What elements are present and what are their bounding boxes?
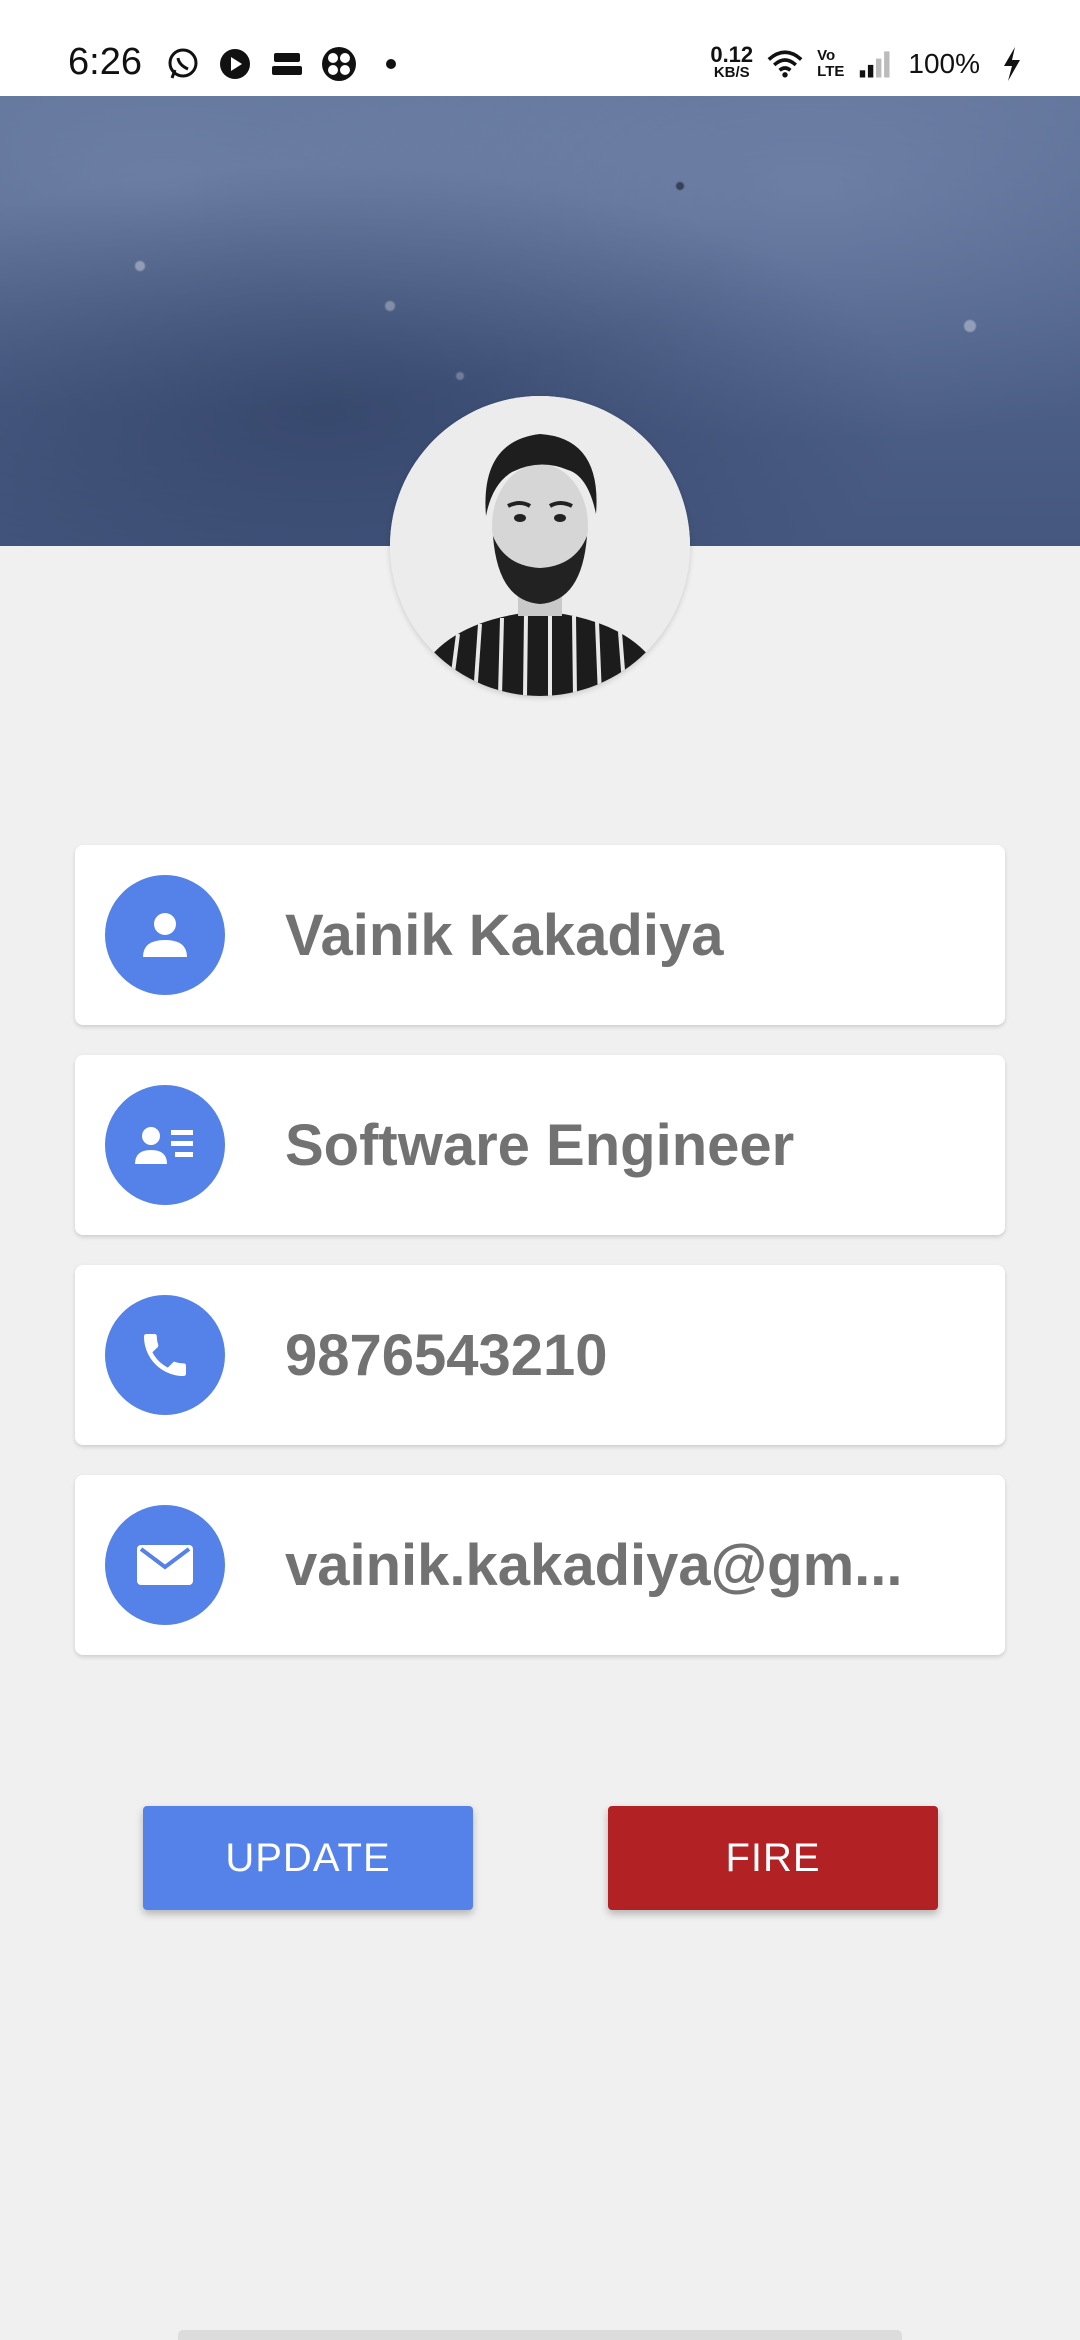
avatar-photo [390, 396, 690, 696]
volte-indicator: Vo LTE [817, 48, 844, 80]
whatsapp-icon [165, 46, 201, 82]
name-card: Vainik Kakadiya [75, 845, 1005, 1025]
employee-email: vainik.kakadiya@gm... [285, 1532, 903, 1598]
employee-designation: Software Engineer [285, 1112, 795, 1178]
dot-icon [373, 46, 409, 82]
battery-percentage: 100% [908, 48, 980, 79]
volte-top: Vo [817, 47, 836, 64]
employee-phone: 9876543210 [285, 1322, 608, 1388]
system-status-icons: 0.12 KB/S Vo LTE 100% [710, 42, 1030, 86]
contact-card-icon [105, 1085, 225, 1205]
signal-icon [858, 46, 894, 82]
net-speed: 0.12 KB/S [710, 42, 754, 82]
fire-button[interactable]: FIRE [608, 1806, 938, 1910]
net-speed-unit: KB/S [713, 64, 750, 81]
employee-name: Vainik Kakadiya [285, 902, 724, 968]
net-speed-value: 0.12 [710, 42, 754, 67]
fan-icon [321, 46, 357, 82]
status-time: 6:26 [68, 41, 142, 83]
person-icon [105, 875, 225, 995]
phone-card: 9876543210 [75, 1265, 1005, 1445]
volte-bottom: LTE [817, 63, 845, 80]
email-card: vainik.kakadiya@gm... [75, 1475, 1005, 1655]
charging-icon [994, 46, 1030, 82]
mail-icon [105, 1505, 225, 1625]
play-icon [217, 46, 253, 82]
phone-icon [105, 1295, 225, 1415]
navigation-handle[interactable] [178, 2330, 902, 2340]
notification-icons [165, 44, 409, 84]
app-notification-icon [269, 46, 305, 82]
wifi-icon [767, 46, 803, 82]
status-bar: 6:26 0.12 KB/S Vo LTE 100% [0, 0, 1080, 96]
designation-card: Software Engineer [75, 1055, 1005, 1235]
update-button[interactable]: UPDATE [143, 1806, 473, 1910]
avatar [390, 396, 690, 696]
